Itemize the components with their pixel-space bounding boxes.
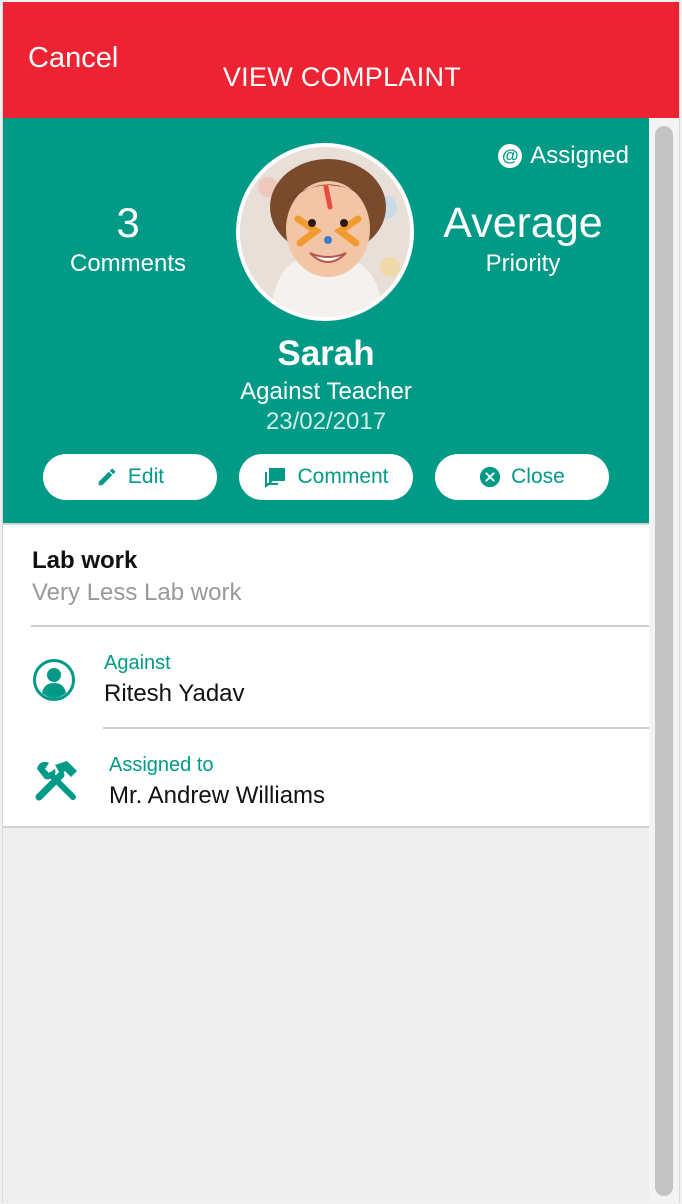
status-badge: @ Assigned [498, 142, 629, 170]
comment-icon [265, 468, 286, 488]
assigned-to-value: Mr. Andrew Williams [109, 782, 326, 809]
complaint-header: @ Assigned 3 Comments Average Priority S… [3, 118, 649, 523]
edit-label: Edit [127, 465, 165, 488]
scroll-thumb[interactable] [655, 126, 673, 1196]
comment-button[interactable]: Comment [239, 454, 413, 500]
scrollbar[interactable] [649, 118, 679, 1202]
at-icon: @ [498, 144, 523, 168]
complaint-subject: Lab work [32, 547, 138, 574]
status-label: Assigned [530, 142, 629, 169]
pencil-icon [98, 468, 116, 486]
divider [31, 625, 649, 627]
priority-label: Priority [485, 250, 561, 277]
comments-label: Comments [69, 250, 187, 277]
app-frame: Cancel VIEW COMPLAINT @ Assigned 3 Comme… [2, 2, 680, 1202]
complainant-name: Sarah [277, 334, 375, 373]
close-complaint-button[interactable]: Close [435, 454, 609, 500]
complaint-details-card: Lab work Very Less Lab work Against Rite… [3, 523, 649, 828]
edit-button[interactable]: Edit [43, 454, 217, 500]
tools-icon [35, 761, 77, 801]
close-circle-icon [480, 466, 501, 488]
content-area: @ Assigned 3 Comments Average Priority S… [3, 118, 649, 1202]
priority-value: Average [443, 199, 603, 247]
complaint-date: 23/02/2017 [265, 408, 387, 435]
divider [103, 727, 649, 729]
complaint-category: Against Teacher [240, 378, 412, 405]
avatar [236, 143, 414, 321]
page-title: VIEW COMPLAINT [222, 62, 462, 92]
comment-label: Comment [297, 465, 389, 488]
against-label: Against [104, 652, 171, 674]
against-value: Ritesh Yadav [104, 680, 245, 707]
person-icon [33, 659, 75, 701]
assigned-to-label: Assigned to [109, 754, 214, 776]
complaint-description: Very Less Lab work [32, 579, 242, 606]
priority-stat: Average Priority [433, 200, 613, 278]
comments-count: 3 [116, 199, 140, 246]
nav-bar: Cancel VIEW COMPLAINT [3, 2, 679, 118]
close-label: Close [511, 465, 565, 488]
comments-stat[interactable]: 3 Comments [53, 200, 203, 278]
